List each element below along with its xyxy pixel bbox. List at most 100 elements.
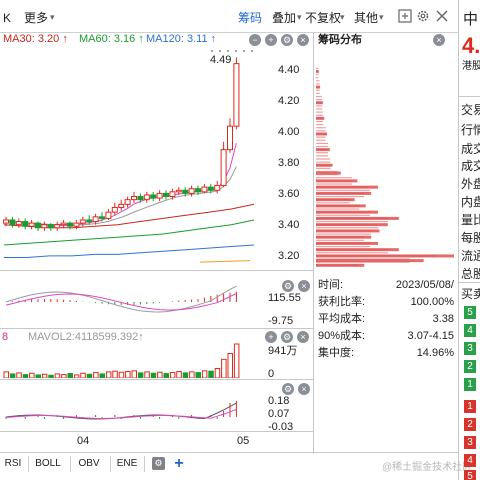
stock-name: 中 bbox=[463, 11, 479, 28]
chip-bar bbox=[316, 230, 372, 232]
maximize-panel-icon[interactable]: + bbox=[265, 34, 277, 46]
chip-bar bbox=[316, 261, 410, 263]
add-indicator-button[interactable]: + bbox=[172, 456, 186, 472]
chip-bar bbox=[316, 224, 379, 226]
quote-label: 内盘 bbox=[461, 195, 480, 209]
chip-bar bbox=[316, 192, 364, 194]
volume-bar bbox=[9, 373, 16, 378]
tab-obv[interactable]: OBV bbox=[74, 456, 104, 472]
minimize-panel-icon[interactable]: − bbox=[249, 34, 261, 46]
ma30-label: MA30: 3.20 ↑ bbox=[3, 33, 68, 45]
quote-label: 成交 bbox=[461, 159, 480, 173]
vol-close-icon[interactable]: × bbox=[297, 331, 309, 343]
ind3-settings-icon[interactable]: ⚙ bbox=[282, 383, 294, 395]
volume-bar bbox=[93, 372, 99, 378]
chip-bar bbox=[316, 127, 326, 129]
price-tick: 3.60 bbox=[278, 188, 300, 200]
chip-bar bbox=[316, 217, 388, 220]
settings-icon[interactable] bbox=[416, 9, 430, 23]
close-window-icon[interactable] bbox=[435, 9, 449, 23]
marker-dot bbox=[251, 50, 253, 52]
marker-dot bbox=[227, 50, 229, 52]
tab-boll[interactable]: BOLL bbox=[32, 456, 64, 472]
volume-bar bbox=[157, 371, 163, 378]
chip-stat-label: 集中度: bbox=[318, 347, 355, 359]
candle-body bbox=[92, 216, 99, 223]
chip-bar bbox=[316, 92, 320, 94]
chip-bar bbox=[316, 177, 352, 179]
ma-line-long bbox=[199, 260, 251, 263]
macd-axis-bottom: -9.75 bbox=[268, 315, 294, 327]
more-chevron-icon[interactable]: ▾ bbox=[50, 13, 55, 22]
chip-stat-label: 获利比率: bbox=[318, 296, 366, 308]
chip-bar bbox=[316, 102, 322, 104]
volume-bar bbox=[144, 371, 150, 378]
overlay-chevron-icon[interactable]: ▾ bbox=[297, 13, 302, 22]
ind3-line bbox=[5, 402, 237, 420]
other-chevron-icon[interactable]: ▾ bbox=[379, 13, 384, 22]
add-window-icon[interactable] bbox=[398, 9, 412, 23]
candle-body bbox=[9, 219, 16, 226]
chip-bar bbox=[316, 73, 319, 76]
candle-body bbox=[220, 149, 227, 187]
volume-bar bbox=[131, 370, 137, 378]
price-tick: 3.20 bbox=[278, 250, 300, 262]
macd-close-icon[interactable]: × bbox=[298, 280, 310, 292]
ind3-close-icon[interactable]: × bbox=[298, 383, 310, 395]
chip-bar bbox=[316, 152, 328, 154]
chip-stat-value: 2023/05/08/ bbox=[395, 279, 454, 291]
adjust-menu[interactable]: 不复权 bbox=[305, 12, 341, 24]
vol-add-icon[interactable]: + bbox=[265, 331, 277, 343]
volume-bar bbox=[208, 370, 214, 378]
candle-body bbox=[188, 188, 195, 194]
adjust-chevron-icon[interactable]: ▾ bbox=[340, 13, 345, 22]
other-menu[interactable]: 其他 bbox=[354, 12, 378, 24]
chip-bar bbox=[316, 205, 360, 207]
indicator3-chart bbox=[5, 401, 237, 420]
chip-bar bbox=[316, 239, 364, 241]
chip-bar bbox=[316, 245, 370, 248]
chip-bar bbox=[316, 124, 324, 126]
more-menu[interactable]: 更多 bbox=[24, 12, 48, 24]
chip-bar bbox=[316, 120, 324, 123]
vol-axis-top: 941万 bbox=[268, 345, 298, 357]
chip-bar bbox=[316, 233, 372, 235]
kline-tab[interactable]: K bbox=[3, 12, 11, 24]
chip-bar bbox=[316, 89, 320, 91]
vol-settings-icon[interactable]: ⚙ bbox=[281, 331, 293, 343]
candle-body bbox=[79, 219, 86, 224]
candle-body bbox=[143, 194, 150, 201]
quote-label: 流通 bbox=[461, 249, 480, 263]
ma-line-short bbox=[5, 166, 237, 226]
chip-bar bbox=[316, 142, 328, 144]
chip-bar bbox=[316, 80, 320, 82]
candle-body bbox=[175, 189, 182, 193]
chip-stat-value: 100.00% bbox=[410, 296, 454, 308]
candle-body bbox=[54, 224, 61, 229]
volume-bar bbox=[125, 371, 131, 378]
tab-rsi[interactable]: RSI bbox=[2, 456, 24, 472]
close-panel-icon[interactable]: × bbox=[297, 34, 309, 46]
chip-bar bbox=[316, 220, 388, 223]
overlay-menu[interactable]: 叠加 bbox=[272, 12, 296, 24]
ma60-label: MA60: 3.16 ↑ bbox=[79, 33, 144, 45]
marker-dot bbox=[219, 50, 221, 52]
settings-square-icon[interactable]: ⚙ bbox=[152, 457, 165, 470]
volume-chart bbox=[3, 343, 240, 378]
quote-label: 成交 bbox=[461, 142, 480, 156]
marker-dot bbox=[243, 50, 245, 52]
chip-bar bbox=[316, 170, 338, 173]
chip-distribution-toggle[interactable]: 筹码 bbox=[238, 12, 262, 24]
chip-bar bbox=[316, 199, 350, 201]
volume-bar bbox=[227, 353, 233, 378]
price-chart[interactable] bbox=[0, 48, 272, 270]
chip-stat-value: 3.38 bbox=[432, 313, 454, 325]
volume-bar bbox=[176, 371, 182, 378]
panel-settings-icon[interactable]: ⚙ bbox=[281, 34, 293, 46]
chip-bar bbox=[316, 249, 388, 251]
chip-bar bbox=[316, 158, 331, 160]
candle-body bbox=[73, 222, 80, 227]
macd-settings-icon[interactable]: ⚙ bbox=[282, 280, 294, 292]
close-chip-panel-icon[interactable]: × bbox=[433, 34, 445, 46]
tab-ene[interactable]: ENE bbox=[114, 456, 140, 472]
